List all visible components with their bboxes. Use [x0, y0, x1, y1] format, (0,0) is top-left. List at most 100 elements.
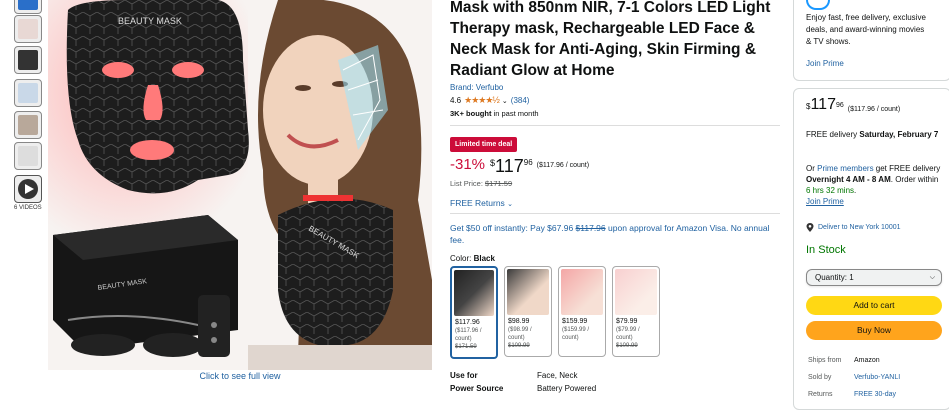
info-value: Amazon — [854, 357, 880, 364]
list-price-label: List Price: — [450, 179, 486, 188]
free-returns-link[interactable]: FREE Returns ⌄ — [450, 198, 780, 208]
swatch-image — [561, 269, 603, 315]
buy-box: $ 117 96 ($117.96 / count) FREE delivery… — [793, 88, 949, 410]
product-title: Mask with 850nm NIR, 7-1 Colors LED Ligh… — [450, 0, 771, 79]
divider — [450, 125, 780, 126]
main-product-image[interactable]: BEAUTY MASK BEAUTY MASK BEAUTY MASK — [48, 0, 432, 370]
fast-window: Overnight 4 AM - 8 AM — [806, 175, 891, 184]
price-fraction: 96 — [523, 158, 533, 167]
swatch-unit-2: count) — [508, 335, 525, 341]
brand-link[interactable]: Brand: Verfubo — [450, 83, 780, 92]
quantity-value: Quantity: 1 — [815, 273, 854, 282]
swatch-unit: ($117.96 / — [455, 328, 482, 334]
click-to-see-full-view[interactable]: Click to see full view — [48, 371, 432, 381]
product-details: Mask with 850nm NIR, 7-1 Colors LED Ligh… — [450, 0, 780, 395]
swatch-price: $98.99 — [508, 318, 530, 325]
deliver-to-link[interactable]: Deliver to New York 10001 — [806, 222, 942, 233]
chevron-down-icon[interactable]: ⌄ — [502, 97, 508, 105]
swatch-unit-2: count) — [616, 335, 633, 341]
fast-or: Or — [806, 164, 818, 173]
fast-mid: get FREE delivery — [873, 164, 941, 173]
color-swatches: $117.96 ($117.96 / count) $171.59 $98.99… — [450, 266, 780, 359]
play-icon — [25, 184, 34, 194]
price-fraction: 96 — [835, 102, 844, 109]
swatch-black[interactable]: $117.96 ($117.96 / count) $171.59 — [450, 266, 498, 359]
join-prime-link[interactable]: Join Prime — [806, 59, 844, 68]
star-rating-icon[interactable]: ★★★★½ — [464, 95, 500, 106]
order-countdown: 6 hrs 32 mins — [806, 186, 855, 195]
prime-members-link[interactable]: Prime members — [817, 164, 873, 173]
spec-value: Face, Neck — [537, 371, 578, 380]
thumbnail-6[interactable] — [14, 142, 42, 170]
prime-promo-card: Enjoy fast, free delivery, exclusive dea… — [793, 0, 949, 81]
fast-order: . Order within — [890, 175, 939, 184]
fastest-delivery-info: Or Prime members get FREE delivery Overn… — [806, 163, 942, 207]
bought-count: 3K+ bought — [450, 109, 492, 118]
rating-value: 4.6 — [450, 96, 462, 105]
swatch-list-price: $109.99 — [616, 343, 638, 349]
price-whole: 117 — [810, 96, 836, 113]
add-to-cart-button[interactable]: Add to cart — [806, 296, 942, 315]
bought-text: in past month — [491, 109, 539, 118]
seller-link[interactable]: Verfubo-YANLI — [854, 370, 900, 385]
buy-now-button[interactable]: Buy Now — [806, 321, 942, 340]
returns-link[interactable]: FREE 30-day — [854, 387, 900, 402]
swatch-2[interactable]: $98.99 ($98.99 / count) $109.99 — [504, 266, 552, 357]
visa-offer-link[interactable]: Get $50 off instantly: Pay $67.96 $117.9… — [450, 222, 780, 246]
free-returns-label: FREE Returns — [450, 198, 505, 208]
list-price-value: $171.59 — [485, 179, 513, 188]
offer-strike-price: $117.96 — [575, 223, 606, 233]
swatch-price: $117.96 — [455, 319, 480, 326]
swatch-3[interactable]: $159.99 ($159.99 / count) — [558, 266, 606, 357]
spec-row: Use for Face, Neck — [450, 369, 596, 382]
thumbnail-4[interactable] — [14, 79, 42, 107]
thumbnail-2[interactable] — [14, 15, 42, 43]
thumbnail-5[interactable] — [14, 111, 42, 139]
bought-in-past-month: 3K+ bought in past month — [450, 109, 780, 118]
offer-prefix: Get $50 off instantly: Pay $67.96 — [450, 223, 576, 233]
info-row: Ships from Amazon — [808, 353, 900, 368]
fast-end: . — [854, 186, 857, 195]
swatch-list-price: $109.99 — [508, 343, 530, 349]
swatch-price: $159.99 — [562, 318, 588, 325]
swatch-list-price: $171.59 — [455, 344, 477, 350]
quantity-select[interactable]: Quantity: 1 ⌵ — [806, 269, 942, 286]
color-label-prefix: Color: — [450, 254, 474, 263]
info-key: Returns — [808, 391, 833, 398]
location-pin-icon — [806, 223, 814, 232]
thumbnail-3[interactable] — [14, 46, 42, 74]
swatch-image — [507, 269, 549, 315]
spec-value: Battery Powered — [537, 384, 597, 393]
spec-row: Power Source Battery Powered — [450, 382, 596, 395]
video-thumbnail[interactable] — [14, 175, 42, 203]
swatch-4[interactable]: $79.99 ($79.99 / count) $109.99 — [612, 266, 660, 357]
spec-key: Power Source — [450, 384, 504, 393]
divider — [450, 213, 780, 214]
swatch-unit-2: count) — [562, 335, 579, 341]
swatch-price-block: $117.96 ($117.96 / count) $171.59 — [455, 319, 482, 351]
price-per-unit: ($117.96 / count) — [847, 106, 901, 113]
info-key: Ships from — [808, 357, 842, 364]
join-prime-link[interactable]: Join Prime — [806, 196, 942, 207]
list-price: List Price: $171.59 — [450, 179, 780, 188]
mask-label: BEAUTY MASK — [118, 16, 182, 26]
price-whole: 117 — [495, 156, 524, 176]
chevron-down-icon: ⌵ — [929, 274, 935, 281]
info-row: Returns FREE 30-day — [808, 387, 900, 402]
thumbnail-1[interactable] — [14, 0, 42, 14]
swatch-unit: ($79.99 / — [616, 327, 640, 333]
swatch-unit: ($159.99 / — [562, 327, 590, 333]
color-value: Black — [473, 254, 495, 263]
info-row: Sold by Verfubo-YANLI — [808, 370, 900, 385]
spec-key: Use for — [450, 371, 478, 380]
free-delivery-info: FREE delivery Saturday, February 7 — [806, 129, 942, 140]
seller-info: Ships from Amazon Sold by Verfubo-YANLI Re… — [806, 351, 942, 404]
rating-count-link[interactable]: (384) — [511, 96, 530, 105]
prime-smile-icon — [806, 0, 830, 10]
info-key: Sold by — [808, 374, 832, 381]
video-count-label: 6 VIDEOS — [14, 205, 42, 211]
color-label: Color: Black — [450, 254, 780, 263]
delivery-prefix: FREE delivery — [806, 130, 860, 139]
swatch-unit: ($98.99 / — [508, 327, 532, 333]
swatch-unit-2: count) — [455, 336, 472, 342]
